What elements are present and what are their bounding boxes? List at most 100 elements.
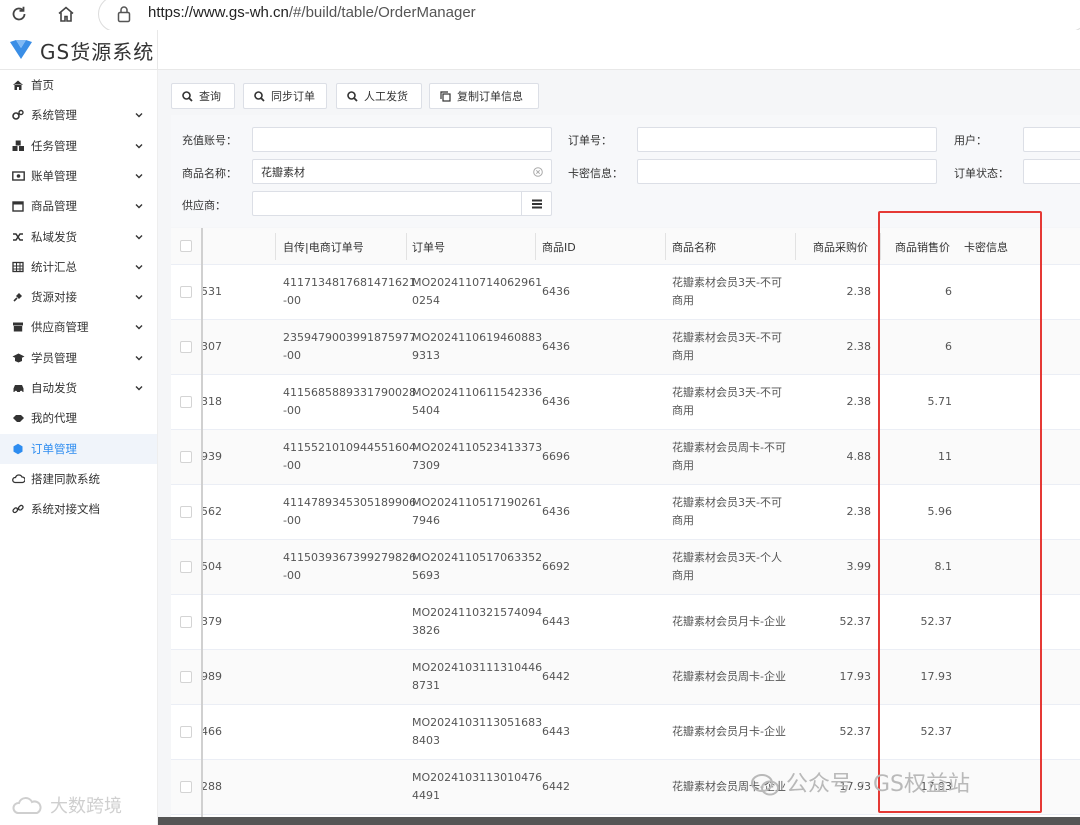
order-no-line1: MO2024110517063352 xyxy=(412,551,543,564)
product-name-cell: 花瓣素材会员周卡-企业 xyxy=(672,668,786,686)
sync-orders-button[interactable]: 同步订单 xyxy=(243,83,327,109)
ext-order-line2: -00 xyxy=(283,569,301,582)
home-icon[interactable] xyxy=(55,3,77,25)
row-checkbox[interactable] xyxy=(180,561,192,573)
order-no-cell: MO2024110321574094 3826 xyxy=(412,604,542,640)
horizontal-scrollbar[interactable] xyxy=(158,817,1080,825)
app-title: GS货源系统 xyxy=(40,40,155,64)
order-no-cell: MO2024103113051683 8403 xyxy=(412,714,542,750)
row-checkbox[interactable] xyxy=(180,616,192,628)
sidebar-item-1[interactable]: 系统管理 xyxy=(0,100,157,130)
order-no-line2: 3826 xyxy=(412,624,440,637)
ext-order-cell: 2359479003991875977 -00 xyxy=(283,329,416,365)
order-no-line1: MO2024110321574094 xyxy=(412,606,543,619)
ext-order-line1: 2359479003991875977 xyxy=(283,331,416,344)
cut-cell: 379 xyxy=(201,615,222,628)
product-id-cell: 6696 xyxy=(542,450,570,463)
row-checkbox[interactable] xyxy=(180,781,192,793)
sidebar-item-4[interactable]: 商品管理 xyxy=(0,191,157,221)
supplier-list-button[interactable] xyxy=(521,192,551,215)
sidebar-item-3[interactable]: 账单管理 xyxy=(0,161,157,191)
ext-order-line1: 4115039367399279826 xyxy=(283,551,416,564)
row-checkbox[interactable] xyxy=(180,451,192,463)
chevron-down-icon xyxy=(134,109,144,119)
row-checkbox[interactable] xyxy=(180,341,192,353)
sidebar-item-7[interactable]: 货源对接 xyxy=(0,282,157,312)
chevron-down-icon xyxy=(134,321,144,331)
search-icon xyxy=(347,90,358,102)
product-name-line1: 花瓣素材会员3天-个人 xyxy=(672,551,782,564)
calendar-icon xyxy=(12,200,24,212)
sidebar-item-0[interactable]: 首页 xyxy=(0,70,157,100)
row-checkbox[interactable] xyxy=(180,726,192,738)
col-product-name[interactable]: 商品名称 xyxy=(672,228,716,265)
row-checkbox[interactable] xyxy=(180,286,192,298)
order-no-cell: MO2024103113010476 4491 xyxy=(412,769,542,805)
col-ext-order[interactable]: 自传|电商订单号 xyxy=(283,228,364,265)
manual-ship-button[interactable]: 人工发货 xyxy=(336,83,422,109)
car-icon xyxy=(12,382,24,394)
sidebar-item-label: 订单管理 xyxy=(31,441,77,456)
sidebar-item-9[interactable]: 学员管理 xyxy=(0,343,157,373)
product-name-line2: 商用 xyxy=(672,514,694,527)
sidebar: 首页 系统管理 任务管理账单管理商品管理 私域发货统计汇总货源对接 供应商管理 学员管理自… xyxy=(0,70,158,825)
product-name-line1: 花瓣素材会员3天-不可 xyxy=(672,331,782,344)
sidebar-item-label: 统计汇总 xyxy=(31,259,77,274)
order-no-line1: MO2024103113051683 xyxy=(412,716,543,729)
app-header: GS货源系统 xyxy=(0,30,1080,70)
user-input[interactable] xyxy=(1023,127,1080,152)
purchase-price-cell: 2.38 xyxy=(846,285,872,298)
product-name-line2: 商用 xyxy=(672,569,694,582)
row-checkbox[interactable] xyxy=(180,506,192,518)
product-name-input[interactable]: 花瓣素材 xyxy=(252,159,552,184)
product-name-cell: 花瓣素材会员3天-不可 商用 xyxy=(672,329,782,365)
purchase-price-cell: 4.88 xyxy=(846,450,872,463)
cut-cell: 466 xyxy=(201,725,222,738)
product-name-line1: 花瓣素材会员3天-不可 xyxy=(672,386,782,399)
product-name-cell: 花瓣素材会员3天-不可 商用 xyxy=(672,384,782,420)
order-no-input[interactable] xyxy=(637,127,937,152)
sidebar-item-12[interactable]: 订单管理 xyxy=(0,433,157,464)
recharge-account-input[interactable] xyxy=(252,127,552,152)
supplier-label: 供应商： xyxy=(182,199,226,212)
product-name-line1: 花瓣素材会员月卡-企业 xyxy=(672,615,786,628)
sidebar-item-6[interactable]: 统计汇总 xyxy=(0,252,157,282)
row-checkbox[interactable] xyxy=(180,671,192,683)
product-name-line2: 商用 xyxy=(672,459,694,472)
sidebar-item-13[interactable]: 搭建同款系统 xyxy=(0,464,157,494)
product-name-line2: 商用 xyxy=(672,294,694,307)
dot-circle-icon xyxy=(12,443,24,455)
product-id-cell: 6436 xyxy=(542,340,570,353)
logo-area: GS货源系统 xyxy=(0,30,158,70)
cut-cell: 939 xyxy=(201,450,222,463)
query-button[interactable]: 查询 xyxy=(171,83,235,109)
order-no-line2: 0254 xyxy=(412,294,440,307)
copy-order-info-button[interactable]: 复制订单信息 xyxy=(429,83,539,109)
url-text[interactable]: https://www.gs-wh.cn/#/build/table/Order… xyxy=(148,4,476,21)
col-order-no[interactable]: 订单号 xyxy=(412,228,445,265)
col-product-id[interactable]: 商品ID xyxy=(542,228,576,265)
sidebar-item-14[interactable]: 系统对接文档 xyxy=(0,494,157,524)
order-no-line2: 4491 xyxy=(412,789,440,802)
ext-order-line1: 4115521010944551604 xyxy=(283,441,416,454)
sidebar-item-11[interactable]: 我的代理 xyxy=(0,403,157,433)
clear-icon[interactable] xyxy=(533,167,543,177)
product-name-label: 商品名称： xyxy=(182,167,237,180)
ext-order-cell: 4114789345305189906 -00 xyxy=(283,494,416,530)
order-no-cell: MO2024110714062961 0254 xyxy=(412,274,542,310)
select-all-checkbox[interactable] xyxy=(180,240,192,252)
sidebar-item-8[interactable]: 供应商管理 xyxy=(0,312,157,342)
supplier-input[interactable] xyxy=(252,191,552,216)
card-info-input[interactable] xyxy=(637,159,937,184)
order-status-select[interactable] xyxy=(1023,159,1080,184)
reload-icon[interactable] xyxy=(8,3,30,25)
product-name-line2: 商用 xyxy=(672,404,694,417)
sidebar-item-5[interactable]: 私域发货 xyxy=(0,222,157,252)
purchase-price-cell: 17.93 xyxy=(839,670,872,683)
order-no-line2: 5693 xyxy=(412,569,440,582)
row-checkbox[interactable] xyxy=(180,396,192,408)
col-purchase-price[interactable]: 商品采购价 xyxy=(813,228,868,265)
sidebar-item-2[interactable]: 任务管理 xyxy=(0,131,157,161)
sidebar-item-label: 账单管理 xyxy=(31,168,77,183)
sidebar-item-10[interactable]: 自动发货 xyxy=(0,373,157,403)
